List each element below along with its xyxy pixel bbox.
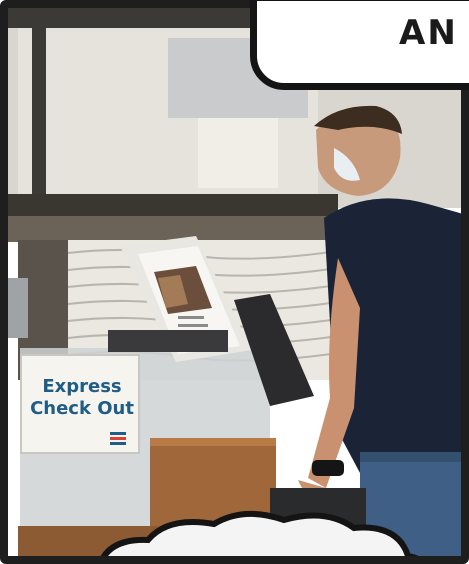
express-checkout-sign: Express Check Out — [20, 354, 140, 454]
stripes-logo-icon — [110, 432, 126, 445]
sign-text: Express Check Out — [22, 376, 142, 420]
smartwatch-icon — [312, 460, 344, 476]
window-light — [198, 118, 278, 188]
sign-line-1: Express — [42, 376, 122, 397]
kiosk-base-dark — [108, 330, 228, 352]
window-mullion-left — [32, 28, 46, 208]
left-edge-panel — [8, 278, 28, 338]
kiosk-photo-scene — [8, 8, 461, 556]
sign-line-2: Check Out — [30, 398, 134, 419]
rail-shadow — [8, 216, 338, 242]
caption-bubble: AN — [250, 0, 469, 90]
horizontal-rail — [8, 194, 338, 216]
caption-text: AN — [399, 13, 458, 53]
